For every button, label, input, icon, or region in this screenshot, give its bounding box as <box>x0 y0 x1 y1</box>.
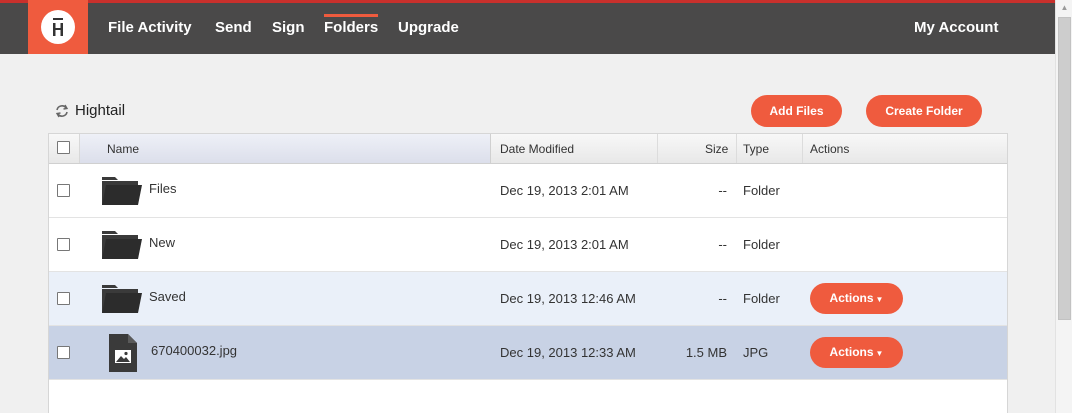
file-name[interactable]: 670400032.jpg <box>151 343 237 359</box>
header-type[interactable]: Type <box>743 134 769 163</box>
header-name[interactable]: Name <box>107 134 139 163</box>
breadcrumb-root[interactable]: Hightail <box>75 102 125 119</box>
file-type: Folder <box>743 291 780 306</box>
table-row[interactable]: New Dec 19, 2013 2:01 AM -- Folder <box>49 218 1007 272</box>
file-table: Name Date Modified Size Type Actions Fil… <box>48 133 1008 413</box>
nav-sign[interactable]: Sign <box>272 19 305 36</box>
file-date: Dec 19, 2013 12:46 AM <box>500 291 636 306</box>
row-checkbox[interactable] <box>57 346 70 359</box>
refresh-icon[interactable] <box>54 104 70 118</box>
row-actions-button[interactable]: Actions ▼ <box>810 283 903 314</box>
row-checkbox[interactable] <box>57 238 70 251</box>
nav-send[interactable]: Send <box>215 19 252 36</box>
file-type: JPG <box>743 345 769 360</box>
select-all-checkbox[interactable] <box>57 141 70 154</box>
table-row[interactable]: Saved Dec 19, 2013 12:46 AM -- Folder Ac… <box>49 272 1007 326</box>
chevron-down-icon: ▼ <box>875 349 884 358</box>
create-folder-button[interactable]: Create Folder <box>866 95 982 127</box>
header-date-modified[interactable]: Date Modified <box>500 134 574 163</box>
header-separator <box>802 134 803 163</box>
top-accent-line <box>0 0 1055 3</box>
header-separator <box>657 134 658 163</box>
file-name[interactable]: Saved <box>149 289 186 305</box>
row-checkbox[interactable] <box>57 184 70 197</box>
file-name[interactable]: New <box>149 235 175 251</box>
nav-upgrade[interactable]: Upgrade <box>398 19 459 36</box>
file-size: -- <box>718 183 727 198</box>
file-type: Folder <box>743 237 780 252</box>
nav-active-indicator <box>324 14 378 17</box>
scroll-thumb[interactable] <box>1058 17 1071 320</box>
top-nav-bar: File Activity Send Sign Folders Upgrade … <box>0 0 1055 54</box>
folder-icon <box>102 177 142 205</box>
file-name[interactable]: Files <box>149 181 176 197</box>
file-type: Folder <box>743 183 780 198</box>
file-size: -- <box>718 291 727 306</box>
file-size: -- <box>718 237 727 252</box>
header-separator <box>736 134 737 163</box>
actions-label: Actions <box>829 291 874 305</box>
file-date: Dec 19, 2013 2:01 AM <box>500 237 629 252</box>
image-file-icon <box>109 334 137 372</box>
file-size: 1.5 MB <box>685 345 727 360</box>
hightail-logo[interactable] <box>28 0 88 54</box>
folder-icon <box>102 231 142 259</box>
logo-badge-icon <box>41 10 75 44</box>
folder-icon <box>102 285 142 313</box>
nav-file-activity[interactable]: File Activity <box>108 19 192 36</box>
row-actions-button[interactable]: Actions ▼ <box>810 337 903 368</box>
file-date: Dec 19, 2013 2:01 AM <box>500 183 629 198</box>
actions-label: Actions <box>829 345 874 359</box>
header-size[interactable]: Size <box>705 134 728 163</box>
row-checkbox[interactable] <box>57 292 70 305</box>
nav-my-account[interactable]: My Account <box>914 19 998 36</box>
table-row[interactable]: Files Dec 19, 2013 2:01 AM -- Folder <box>49 164 1007 218</box>
table-header: Name Date Modified Size Type Actions <box>49 134 1007 164</box>
file-date: Dec 19, 2013 12:33 AM <box>500 345 636 360</box>
chevron-down-icon: ▼ <box>875 295 884 304</box>
nav-folders[interactable]: Folders <box>324 19 378 36</box>
scroll-up-arrow-icon[interactable]: ▲ <box>1056 0 1072 16</box>
vertical-scrollbar[interactable]: ▲ <box>1055 0 1072 413</box>
breadcrumb: Hightail <box>54 102 125 119</box>
header-actions: Actions <box>810 142 850 156</box>
table-row[interactable]: 670400032.jpg Dec 19, 2013 12:33 AM 1.5 … <box>49 326 1007 380</box>
add-files-button[interactable]: Add Files <box>751 95 842 127</box>
name-header-sorted-bg <box>79 134 491 163</box>
